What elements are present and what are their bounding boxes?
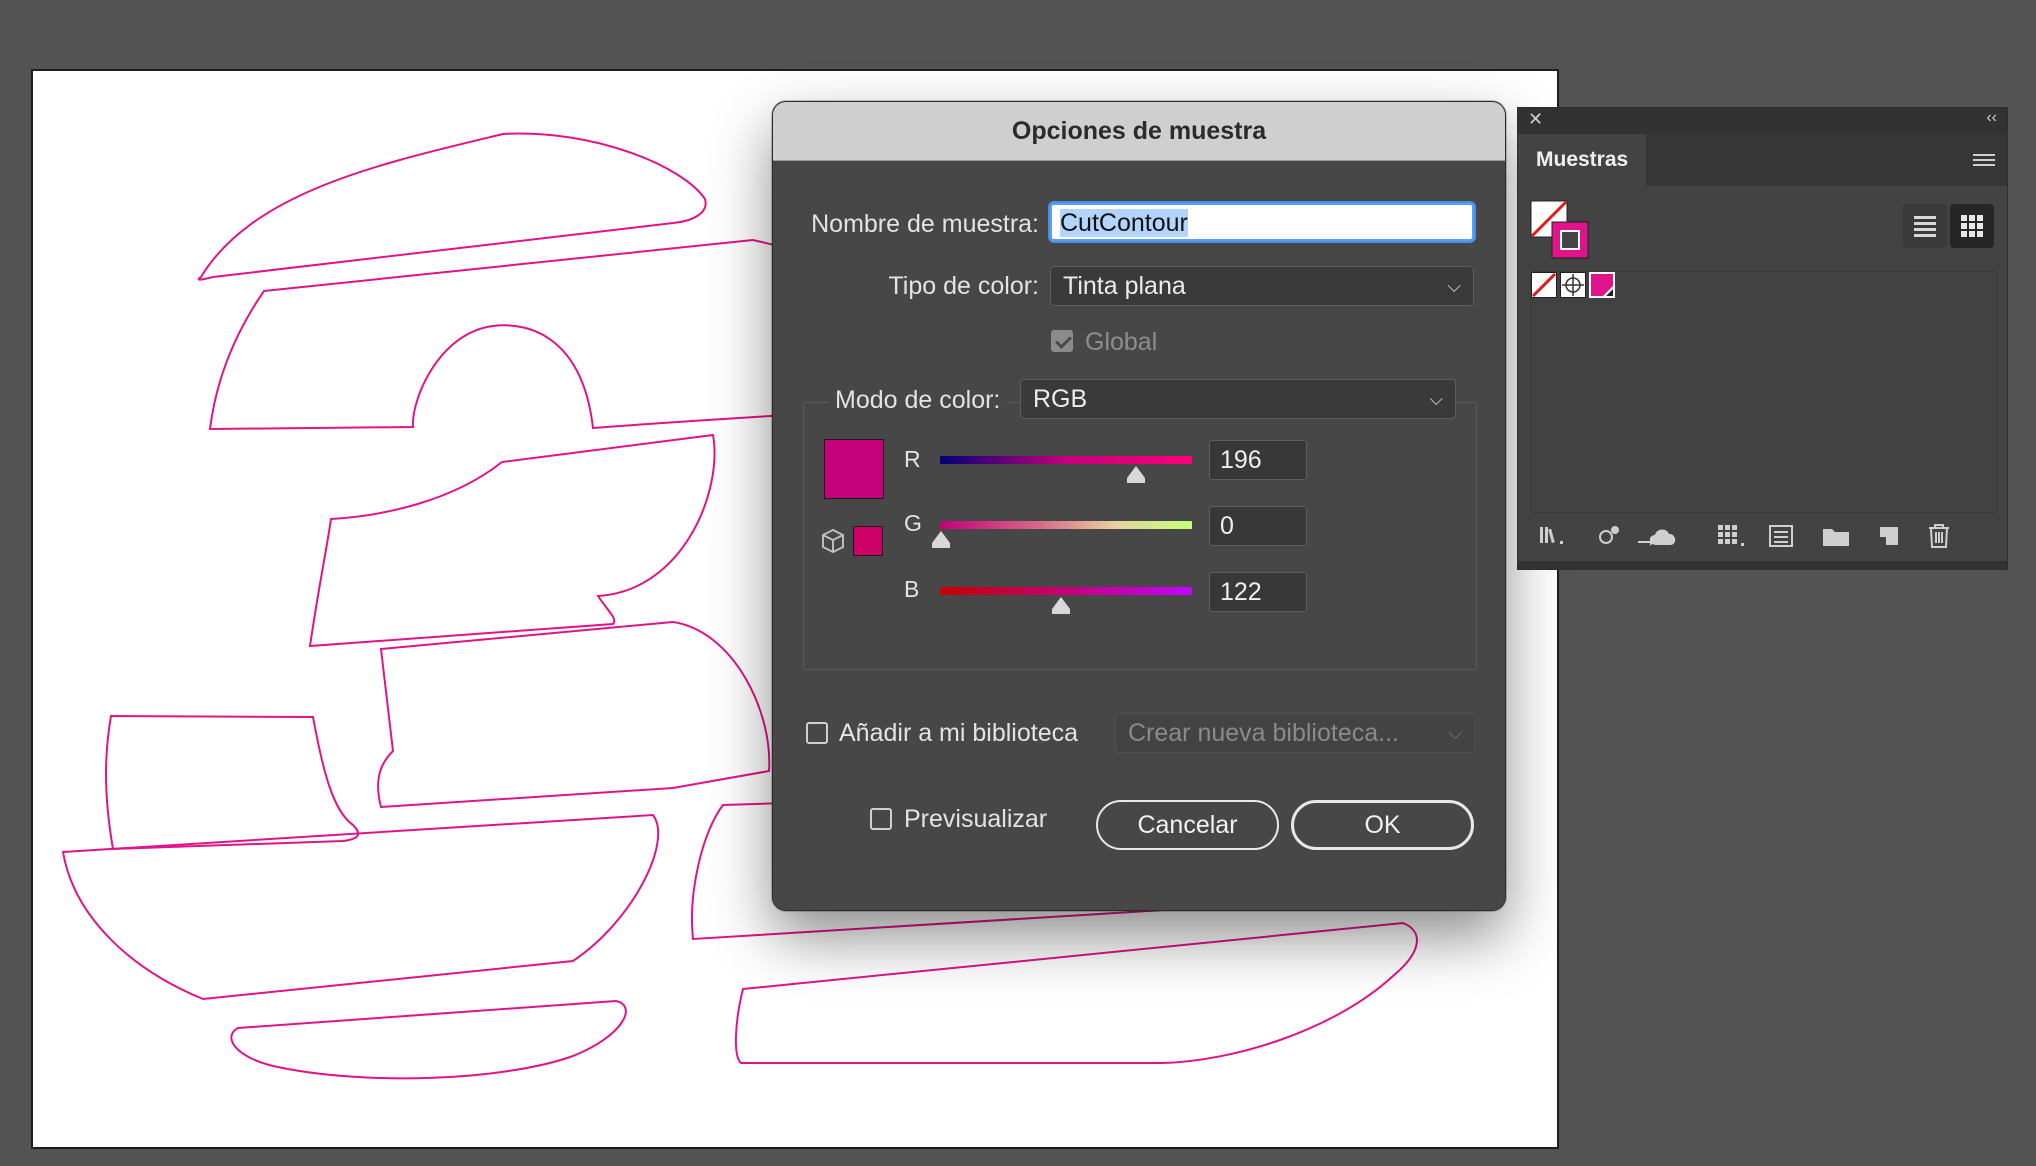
web-safe-swatch[interactable] (853, 526, 883, 556)
channel-label-g: G (904, 510, 922, 536)
panel-header[interactable] (1518, 108, 2007, 134)
color-group-icon[interactable] (1768, 523, 1794, 549)
contour-shape-bottom-arc[interactable] (734, 921, 1418, 1064)
color-type-select[interactable]: Tinta plana ⌵ (1050, 266, 1474, 306)
contour-shape-foot[interactable] (230, 999, 627, 1080)
swatch-grid (1530, 271, 1998, 513)
channel-label-b: B (904, 576, 920, 602)
color-type-value: Tinta plana (1063, 272, 1186, 300)
fill-stroke-indicator[interactable] (1530, 200, 1592, 260)
collapse-icon[interactable]: ‹‹ (1986, 109, 1997, 127)
grid-view-button[interactable] (1950, 204, 1994, 248)
contour-shape-left-tab[interactable] (105, 714, 360, 851)
preview-label: Previsualizar (904, 805, 1048, 833)
swatch-options-dialog: Opciones de muestra Nombre de muestra: C… (772, 101, 1506, 911)
grid-view-icon (1961, 215, 1983, 237)
swatch-none[interactable] (1531, 272, 1557, 298)
preview-checkbox[interactable] (870, 808, 892, 830)
cancel-button[interactable]: Cancelar (1096, 800, 1279, 850)
swatch-name-label: Nombre de muestra: (811, 210, 1039, 238)
slider-r-track (940, 456, 1192, 464)
cc-libraries-icon[interactable] (1636, 523, 1680, 549)
global-checkbox[interactable] (1051, 330, 1073, 352)
chevron-down-icon: ⌵ (1447, 276, 1461, 296)
library-select[interactable]: Crear nueva biblioteca... ⌵ (1115, 713, 1475, 753)
slider-b[interactable] (940, 587, 1192, 614)
new-folder-icon[interactable] (1821, 523, 1851, 549)
contour-shape-lower-bowl[interactable] (61, 813, 660, 1001)
swatch-registration[interactable] (1560, 272, 1586, 298)
library-placeholder: Crear nueva biblioteca... (1128, 719, 1399, 747)
slider-g-track (940, 521, 1192, 529)
add-library-label: Añadir a mi biblioteca (839, 719, 1079, 747)
slider-b-track (940, 587, 1192, 595)
channel-label-r: R (904, 446, 921, 472)
tab-swatches[interactable]: Muestras (1518, 134, 1646, 186)
slider-r[interactable] (940, 456, 1192, 483)
panel-toolbar (1518, 513, 2007, 563)
chevron-down-icon: ⌵ (1448, 723, 1462, 743)
channel-value-g[interactable]: 0 (1209, 506, 1307, 546)
color-mode-value: RGB (1033, 385, 1088, 413)
chevron-down-icon: ⌵ (1429, 389, 1443, 409)
channel-value-b[interactable]: 122 (1209, 572, 1307, 612)
list-view-icon (1914, 216, 1936, 237)
spot-color-icon (1603, 286, 1613, 296)
none-swatch-icon (1531, 272, 1557, 298)
slider-g-thumb[interactable] (932, 531, 950, 548)
swatch-name-input[interactable]: CutContour (1050, 203, 1474, 241)
contour-shape-top-arc[interactable] (197, 132, 707, 281)
panel-resize-grip[interactable] (1518, 561, 2007, 569)
slider-r-thumb[interactable] (1127, 466, 1145, 483)
slider-g[interactable] (932, 521, 1192, 548)
new-swatch-icon[interactable] (1876, 523, 1902, 549)
contour-shape-middle[interactable] (377, 620, 771, 809)
list-view-button[interactable] (1903, 204, 1947, 248)
global-label: Global (1085, 328, 1158, 356)
swatch-name-value: CutContour (1060, 209, 1188, 237)
show-kinds-icon[interactable] (1596, 523, 1622, 549)
close-icon[interactable]: ✕ (1528, 109, 1543, 130)
color-mode-select[interactable]: RGB ⌵ (1020, 379, 1456, 419)
swatch-options-icon[interactable] (1716, 523, 1748, 549)
dialog-title[interactable]: Opciones de muestra (773, 102, 1505, 161)
slider-b-thumb[interactable] (1052, 597, 1070, 614)
web-safe-cube-icon[interactable] (821, 528, 845, 554)
color-type-label: Tipo de color: (888, 272, 1039, 300)
ok-button[interactable]: OK (1291, 800, 1474, 850)
add-library-checkbox[interactable] (806, 722, 828, 744)
swatch-cutcontour[interactable] (1589, 272, 1615, 298)
contour-shape-neck[interactable] (308, 433, 716, 648)
panel-menu-icon[interactable] (1973, 152, 1995, 168)
swatches-panel: ✕ ‹‹ Muestras (1517, 107, 2008, 570)
color-preview-swatch (824, 439, 884, 499)
swatch-libraries-icon[interactable] (1538, 523, 1568, 549)
registration-icon (1562, 274, 1584, 296)
channel-value-r[interactable]: 196 (1209, 440, 1307, 480)
trash-icon[interactable] (1926, 522, 1952, 550)
color-mode-label: Modo de color: (829, 386, 1007, 415)
